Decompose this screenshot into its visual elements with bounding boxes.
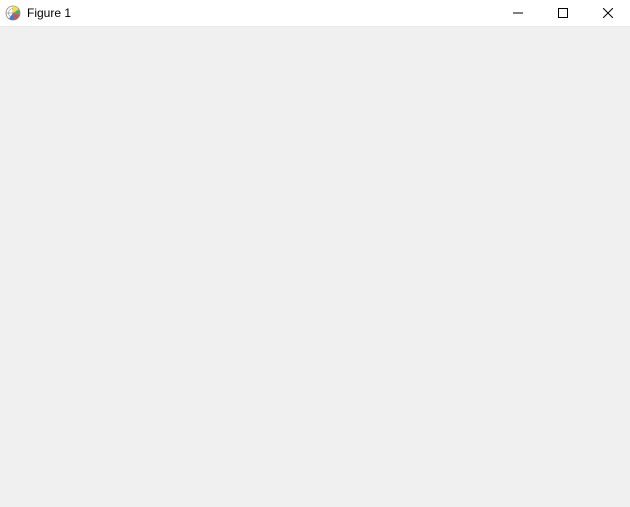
matplotlib-icon <box>5 5 21 21</box>
close-button[interactable] <box>585 0 630 26</box>
window-title: Figure 1 <box>27 6 71 20</box>
minimize-button[interactable] <box>495 0 540 26</box>
minimize-icon <box>513 8 523 18</box>
close-icon <box>603 8 613 18</box>
titlebar: Figure 1 <box>0 0 630 27</box>
window-controls <box>495 0 630 26</box>
maximize-icon <box>558 8 568 18</box>
maximize-button[interactable] <box>540 0 585 26</box>
figure-canvas <box>0 27 630 507</box>
titlebar-left: Figure 1 <box>0 5 495 21</box>
